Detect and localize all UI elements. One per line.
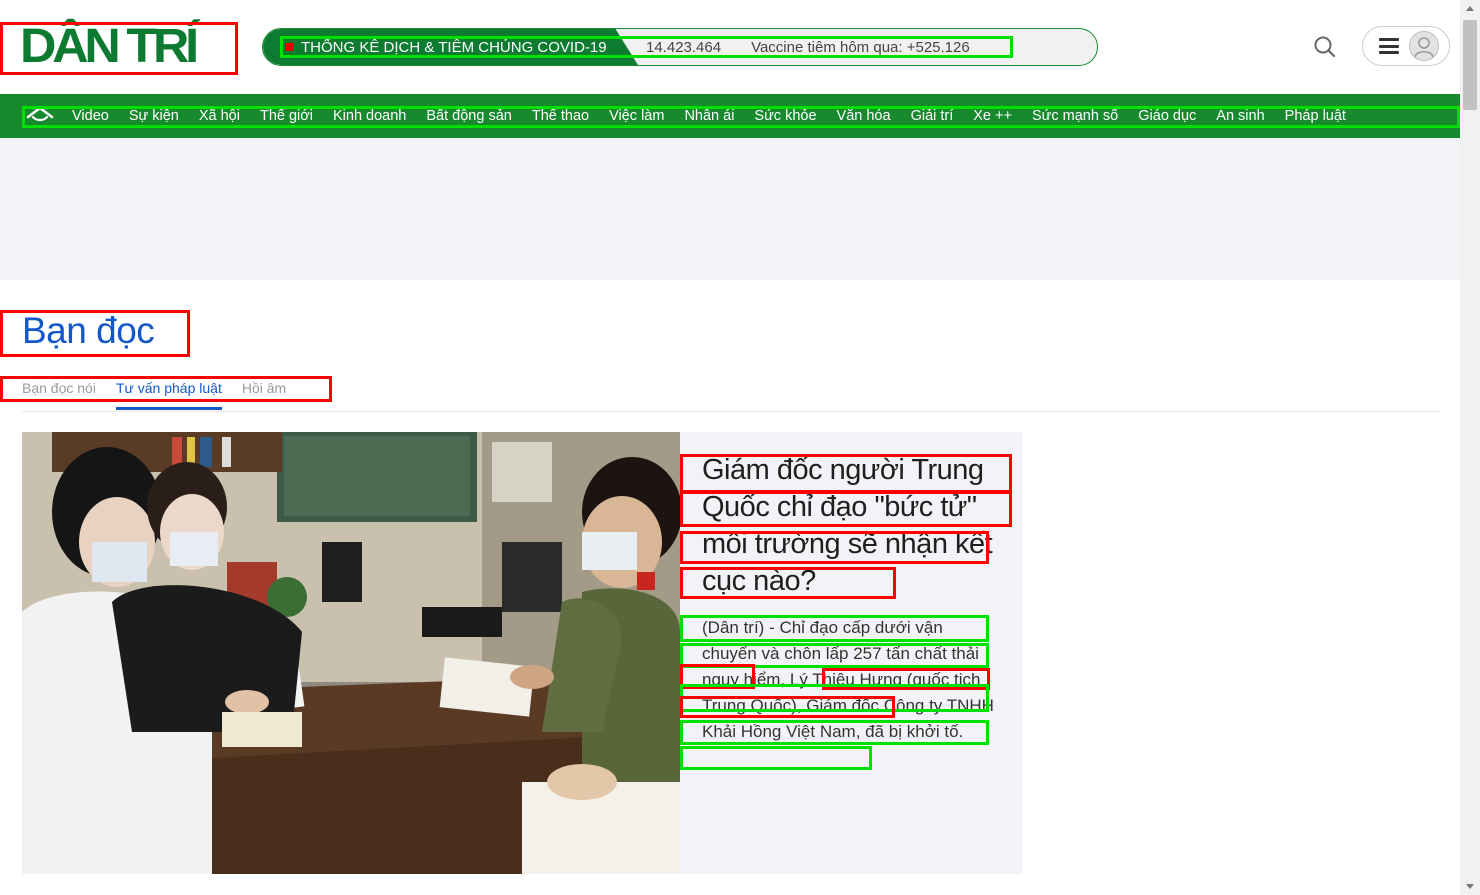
nav-item[interactable]: An sinh — [1216, 108, 1264, 124]
nav-item[interactable]: Giải trí — [911, 108, 954, 124]
scroll-thumb[interactable] — [1463, 20, 1477, 110]
nav-item[interactable]: Giáo dục — [1138, 108, 1196, 124]
covid-title-text: THỐNG KÊ DỊCH & TIÊM CHỦNG COVID-19 — [301, 38, 607, 56]
nav-item[interactable]: Xe ++ — [973, 108, 1012, 124]
featured-article: Giám đốc người Trung Quốc chỉ đạo "bức t… — [22, 432, 1022, 874]
nav-items: Video Sự kiện Xã hội Thế giới Kinh doanh… — [26, 102, 1366, 130]
home-icon[interactable] — [26, 105, 54, 127]
covid-vaccine-count: Vaccine tiêm hôm qua: +525.126 — [751, 38, 970, 56]
nav-item[interactable]: Video — [72, 108, 109, 124]
nav-item[interactable]: Kinh doanh — [333, 108, 406, 124]
subtab-hoi-am[interactable]: Hồi âm — [242, 380, 286, 410]
nav-item[interactable]: Bất động sản — [426, 108, 511, 124]
covid-cases-count: 14.423.464 — [646, 38, 722, 56]
subtab-tu-van-phap-luat[interactable]: Tư vấn pháp luật — [115, 380, 222, 410]
scroll-down-icon[interactable] — [1466, 884, 1474, 889]
nav-item[interactable]: Sức khỏe — [754, 108, 816, 124]
nav-item[interactable]: Thể thao — [532, 108, 589, 124]
page-scrollbar[interactable] — [1460, 0, 1480, 895]
section-title[interactable]: Bạn đọc — [22, 310, 155, 352]
site-header: DÂN TRÍ THỐNG KÊ DỊCH & TIÊM CHỦNG COVID… — [0, 0, 1460, 92]
article-summary: (Dân trí) - Chỉ đạo cấp dưới vận chuyển … — [702, 618, 994, 741]
user-icon — [1409, 31, 1439, 61]
nav-item[interactable]: Nhân ái — [684, 108, 734, 124]
nav-item[interactable]: Việc làm — [609, 108, 664, 124]
section-divider — [22, 411, 1440, 412]
account-menu-button[interactable] — [1362, 26, 1450, 66]
site-logo[interactable]: DÂN TRÍ — [20, 20, 215, 73]
main-nav: Video Sự kiện Xã hội Thế giới Kinh doanh… — [0, 94, 1460, 138]
logo-text: DÂN TRÍ — [20, 20, 199, 73]
scroll-up-icon[interactable] — [1466, 6, 1474, 11]
menu-icon — [1379, 38, 1399, 54]
ad-banner-area — [0, 138, 1460, 280]
nav-item[interactable]: Sức mạnh số — [1032, 108, 1118, 124]
article-title[interactable]: Giám đốc người Trung Quốc chỉ đạo "bức t… — [702, 452, 1012, 600]
covid-stats-bar[interactable]: THỐNG KÊ DỊCH & TIÊM CHỦNG COVID-19 14.4… — [262, 28, 1098, 66]
live-dot-icon — [285, 43, 293, 51]
nav-item[interactable]: Văn hóa — [837, 108, 891, 124]
nav-item[interactable]: Xã hội — [199, 108, 240, 124]
nav-item[interactable]: Sự kiện — [129, 108, 179, 124]
nav-item[interactable]: Thế giới — [260, 108, 313, 124]
covid-title: THỐNG KÊ DỊCH & TIÊM CHỦNG COVID-19 — [263, 29, 638, 65]
nav-item[interactable]: Pháp luật — [1285, 108, 1346, 124]
section-subtabs: Bạn đọc nói Tư vấn pháp luật Hồi âm — [22, 380, 286, 410]
subtab-ban-doc-noi[interactable]: Bạn đọc nói — [22, 380, 96, 410]
search-icon[interactable] — [1312, 34, 1338, 60]
article-photo[interactable] — [22, 432, 680, 874]
